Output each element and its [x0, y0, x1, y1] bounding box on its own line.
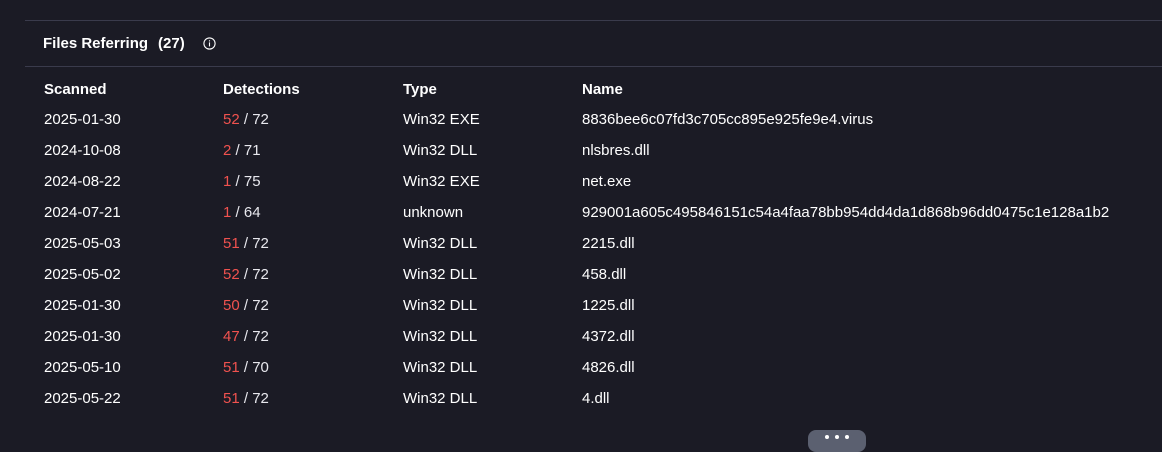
column-header-detections[interactable]: Detections: [223, 79, 300, 101]
file-name-link[interactable]: 2215.dll: [582, 233, 635, 255]
detections-positives: 52: [223, 111, 240, 128]
table-row[interactable]: 2024-08-22 1 / 75 Win32 EXE net.exe: [44, 171, 1162, 202]
file-name-link[interactable]: nlsbres.dll: [582, 140, 650, 162]
detections-total: / 72: [239, 297, 269, 314]
file-name-link[interactable]: 1225.dll: [582, 295, 635, 317]
file-type: Win32 DLL: [403, 297, 478, 314]
file-name-link[interactable]: 929001a605c495846151c54a4faa78bb954dd4da…: [582, 202, 1109, 224]
scanned-date: 2024-07-21: [44, 204, 121, 221]
detections-cell: 51 / 72: [223, 388, 269, 410]
more-dots-icon: [845, 435, 849, 439]
column-header-type[interactable]: Type: [403, 79, 437, 101]
detections-total: / 72: [239, 390, 269, 407]
table-row[interactable]: 2025-01-30 52 / 72 Win32 EXE 8836bee6c07…: [44, 109, 1162, 140]
file-type: Win32 DLL: [403, 235, 478, 252]
detections-positives: 51: [223, 359, 240, 376]
scanned-date: 2025-05-10: [44, 359, 121, 376]
file-type: unknown: [403, 204, 464, 221]
more-dots-icon: [835, 435, 839, 439]
file-type: Win32 DLL: [403, 142, 478, 159]
detections-cell: 52 / 72: [223, 109, 269, 131]
file-type: Win32 EXE: [403, 173, 480, 190]
table-row[interactable]: 2025-01-30 50 / 72 Win32 DLL 1225.dll: [44, 295, 1162, 326]
more-dots-icon: [825, 435, 829, 439]
panel-title: Files Referring (27): [43, 35, 185, 52]
file-name-link[interactable]: 4372.dll: [582, 326, 635, 348]
column-header-scanned[interactable]: Scanned: [44, 79, 107, 101]
file-name-link[interactable]: net.exe: [582, 171, 631, 193]
table-row[interactable]: 2025-05-22 51 / 72 Win32 DLL 4.dll: [44, 388, 1162, 419]
panel-title-text: Files Referring: [43, 35, 149, 52]
detections-cell: 51 / 72: [223, 233, 269, 255]
scanned-date: 2025-01-30: [44, 328, 121, 345]
detections-total: / 72: [239, 266, 269, 283]
file-type: Win32 DLL: [403, 328, 478, 345]
detections-cell: 1 / 64: [223, 202, 261, 224]
detections-total: / 75: [231, 173, 261, 190]
file-name-link[interactable]: 8836bee6c07fd3c705cc895e925fe9e4.virus: [582, 109, 873, 131]
scanned-date: 2024-08-22: [44, 173, 121, 190]
detections-cell: 2 / 71: [223, 140, 261, 162]
table-row[interactable]: 2024-07-21 1 / 64 unknown 929001a605c495…: [44, 202, 1162, 233]
detections-cell: 51 / 70: [223, 357, 269, 379]
file-name-link[interactable]: 458.dll: [582, 264, 626, 286]
files-table: Scanned Detections Type Name 2025-01-30 …: [44, 79, 1162, 419]
column-header-name[interactable]: Name: [582, 79, 623, 101]
detections-positives: 51: [223, 390, 240, 407]
detections-positives: 47: [223, 328, 240, 345]
detections-total: / 72: [239, 111, 269, 128]
table-row[interactable]: 2025-05-10 51 / 70 Win32 DLL 4826.dll: [44, 357, 1162, 388]
scanned-date: 2025-01-30: [44, 111, 121, 128]
table-row[interactable]: 2025-01-30 47 / 72 Win32 DLL 4372.dll: [44, 326, 1162, 357]
file-name-link[interactable]: 4826.dll: [582, 357, 635, 379]
files-referring-panel: Files Referring (27) Scanned Detections …: [25, 20, 1162, 443]
show-more-button[interactable]: [808, 430, 866, 452]
scanned-date: 2025-05-02: [44, 266, 121, 283]
detections-cell: 50 / 72: [223, 295, 269, 317]
panel-header: Files Referring (27): [25, 21, 1162, 67]
file-name-link[interactable]: 4.dll: [582, 388, 610, 410]
detections-cell: 47 / 72: [223, 326, 269, 348]
scanned-date: 2025-01-30: [44, 297, 121, 314]
table-row[interactable]: 2024-10-08 2 / 71 Win32 DLL nlsbres.dll: [44, 140, 1162, 171]
detections-positives: 50: [223, 297, 240, 314]
scanned-date: 2025-05-22: [44, 390, 121, 407]
file-type: Win32 DLL: [403, 359, 478, 376]
detections-total: / 72: [239, 328, 269, 345]
detections-total: / 72: [239, 235, 269, 252]
file-type: Win32 EXE: [403, 111, 480, 128]
table-row[interactable]: 2025-05-03 51 / 72 Win32 DLL 2215.dll: [44, 233, 1162, 264]
table-header-row: Scanned Detections Type Name: [44, 79, 1162, 109]
panel-title-count: (27): [158, 35, 185, 52]
info-icon[interactable]: [203, 37, 216, 50]
detections-cell: 1 / 75: [223, 171, 261, 193]
detections-positives: 52: [223, 266, 240, 283]
detections-total: / 70: [239, 359, 269, 376]
detections-cell: 52 / 72: [223, 264, 269, 286]
scanned-date: 2025-05-03: [44, 235, 121, 252]
detections-total: / 64: [231, 204, 261, 221]
file-type: Win32 DLL: [403, 390, 478, 407]
detections-positives: 51: [223, 235, 240, 252]
detections-total: / 71: [231, 142, 261, 159]
file-type: Win32 DLL: [403, 266, 478, 283]
scanned-date: 2024-10-08: [44, 142, 121, 159]
table-row[interactable]: 2025-05-02 52 / 72 Win32 DLL 458.dll: [44, 264, 1162, 295]
